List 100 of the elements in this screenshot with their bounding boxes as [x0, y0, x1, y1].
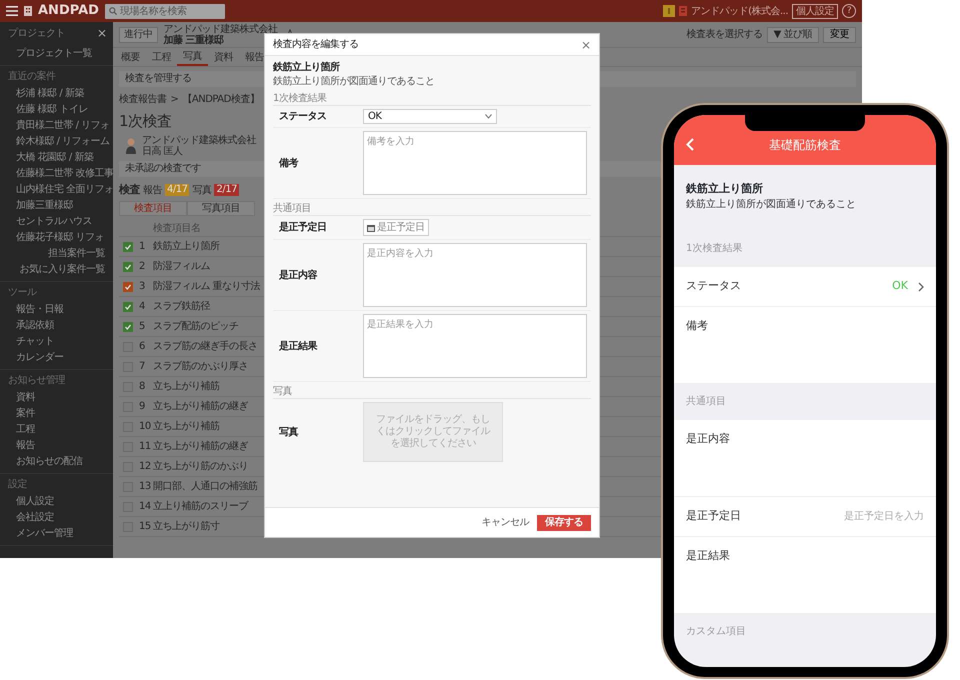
status-button[interactable]: 進行中 — [119, 26, 158, 42]
item-name: 立上り補筋のスリーブ — [153, 500, 248, 514]
user-name[interactable]: アンドパッド(株式会... — [691, 4, 788, 18]
text-area[interactable]: 備考を入力 — [363, 131, 587, 195]
sidebar-link[interactable]: 報告・日報 — [0, 302, 113, 318]
sidebar-link[interactable]: 工程 — [0, 422, 113, 438]
row-number: 6 — [139, 340, 146, 354]
select-value: OK — [368, 110, 382, 124]
section-heading: 1次検査結果 — [685, 242, 744, 256]
help-button[interactable]: ? — [842, 4, 856, 18]
checkbox[interactable] — [123, 302, 133, 312]
sidebar-link[interactable]: 鈴木様邸 / リフォーム — [0, 134, 113, 150]
header-title: 基礎配筋検査 — [769, 137, 841, 154]
checkbox[interactable] — [123, 262, 133, 272]
sidebar-link[interactable]: メンバー管理 — [0, 526, 113, 542]
notification-icon[interactable] — [663, 5, 676, 17]
sidebar-link[interactable]: 報告 — [0, 438, 113, 454]
field-label: 写真 — [278, 426, 300, 440]
tab[interactable]: 工程 — [146, 48, 177, 66]
row-label: 是正結果 — [686, 548, 730, 564]
row-number: 14 — [139, 500, 152, 514]
tab[interactable]: 資料 — [208, 48, 239, 66]
row-number: 8 — [139, 380, 146, 394]
breadcrumb-link[interactable]: 【ANDPAD検査】 — [182, 93, 260, 107]
item-name: スラブ筋のかぶり厚さ — [153, 360, 248, 374]
item-name: 鉄筋立上り箇所 — [273, 60, 341, 75]
text-area[interactable]: 是正結果を入力 — [363, 314, 587, 378]
sidebar-link[interactable]: お知らせの配信 — [0, 454, 113, 470]
sidebar-link[interactable]: セントラルハウス — [0, 214, 113, 230]
text-area[interactable]: 是正結果 — [674, 537, 936, 614]
breadcrumb-link[interactable]: 検査報告書 — [119, 93, 166, 107]
checkbox[interactable] — [123, 282, 133, 292]
sidebar-link[interactable]: お気に入り案件一覧 — [0, 262, 113, 278]
toolbar-label: 検査表を選択する — [686, 28, 763, 42]
sidebar-link[interactable]: 個人設定 — [0, 494, 113, 510]
count-label: 写真 — [192, 184, 212, 198]
tab[interactable]: 検査項目 — [119, 201, 187, 216]
item-name: 防湿フィルム — [153, 260, 210, 274]
sidebar-link[interactable]: 佐藤様二世帯 改修工事 — [0, 166, 113, 182]
item-name: スラブ筋の継ぎ手の長さ — [153, 340, 258, 354]
sort-select[interactable]: ▼ 並び順 — [766, 26, 819, 42]
sidebar-link[interactable]: 佐藤 様邸 トイレ — [0, 102, 113, 118]
item-name: 立ち上がり筋のかぶり — [153, 460, 248, 474]
sidebar-link[interactable]: プロジェクト一覧 — [0, 46, 113, 62]
save-button[interactable]: 保存する — [537, 514, 591, 530]
cancel-button[interactable]: キャンセル — [482, 515, 529, 530]
sidebar-link[interactable]: 案件 — [0, 406, 113, 422]
sidebar-link[interactable]: 大橋 花園邸 / 新築 — [0, 150, 113, 166]
company-name: アンドパッド建築株式会社 — [164, 24, 278, 34]
bar-label: 検査を管理する — [125, 73, 192, 84]
row-number: 13 — [139, 480, 152, 494]
back-icon[interactable] — [686, 138, 694, 151]
close-button[interactable]: × — [580, 36, 591, 54]
count-badge: 4/17 — [165, 184, 190, 196]
row-number: 10 — [139, 420, 152, 434]
project-name: 加藤 三重様邸 — [164, 34, 224, 46]
placeholder-text: 是正予定日を入力 — [844, 510, 924, 524]
sidebar-link[interactable]: 会社設定 — [0, 510, 113, 526]
checkbox[interactable] — [123, 322, 133, 332]
sidebar-link[interactable]: 貴田様二世帯 / リフォ — [0, 118, 113, 134]
item-name: スラブ配筋のピッチ — [153, 320, 238, 334]
settings-button[interactable]: 個人設定 — [792, 4, 838, 18]
sidebar-link[interactable]: 山内様住宅 全面リフォ — [0, 182, 113, 198]
text-area[interactable]: 備考 — [674, 307, 936, 384]
tab[interactable]: 写真項目 — [187, 201, 255, 216]
item-name: 立ち上がり補筋 — [153, 380, 220, 394]
item-description: 鉄筋立上り箇所が図面通りであること — [273, 75, 436, 89]
sidebar-link[interactable]: 佐藤花子様邸 リフォ — [0, 230, 113, 246]
change-button[interactable]: 変更 — [823, 26, 856, 42]
close-button[interactable]: × — [96, 27, 107, 39]
text-area[interactable]: 是正内容 — [674, 420, 936, 497]
status-select[interactable]: OK — [363, 109, 497, 124]
sidebar-link[interactable]: 承認依頼 — [0, 318, 113, 334]
date-button[interactable]: 是正予定日 — [363, 219, 428, 236]
section-heading: 直近の案件 — [7, 70, 57, 84]
sidebar-link[interactable]: 杉浦 様邸 / 新築 — [0, 86, 113, 102]
inspector-company: アンドパッド建築株式会社 — [142, 135, 256, 146]
search-field[interactable]: 現場名称を検索 — [104, 4, 225, 18]
sidebar-link[interactable]: カレンダー — [0, 350, 113, 366]
chevron-down-icon — [485, 114, 492, 119]
text-area[interactable]: 是正内容を入力 — [363, 243, 587, 307]
building-icon — [24, 6, 32, 16]
checkbox[interactable] — [123, 242, 133, 252]
item-name: 鉄筋立上り箇所 — [153, 240, 220, 254]
item-name: 防湿フィルム 重なり寸法 — [153, 280, 260, 294]
inspector-name: 日高 匡人 — [142, 146, 184, 157]
sidebar-link[interactable]: 加藤三重様邸 — [0, 198, 113, 214]
tab[interactable]: 報告 — [239, 48, 270, 66]
sidebar-link[interactable]: 資料 — [0, 390, 113, 406]
tab[interactable]: 概要 — [115, 48, 146, 66]
tab[interactable]: 写真 — [177, 48, 208, 66]
status-row[interactable]: ステータス OK — [674, 267, 936, 307]
sidebar-link[interactable]: チャット — [0, 334, 113, 350]
item-name: 立ち上がり補筋の継ぎ — [153, 400, 248, 414]
section-heading: ツール — [7, 286, 38, 300]
row-number: 15 — [139, 520, 152, 534]
menu-icon[interactable] — [6, 6, 18, 16]
chevron-right-icon — [918, 282, 924, 292]
date-row[interactable]: 是正予定日 是正予定日を入力 — [674, 497, 936, 537]
sidebar-link[interactable]: 担当案件一覧 — [0, 246, 113, 262]
